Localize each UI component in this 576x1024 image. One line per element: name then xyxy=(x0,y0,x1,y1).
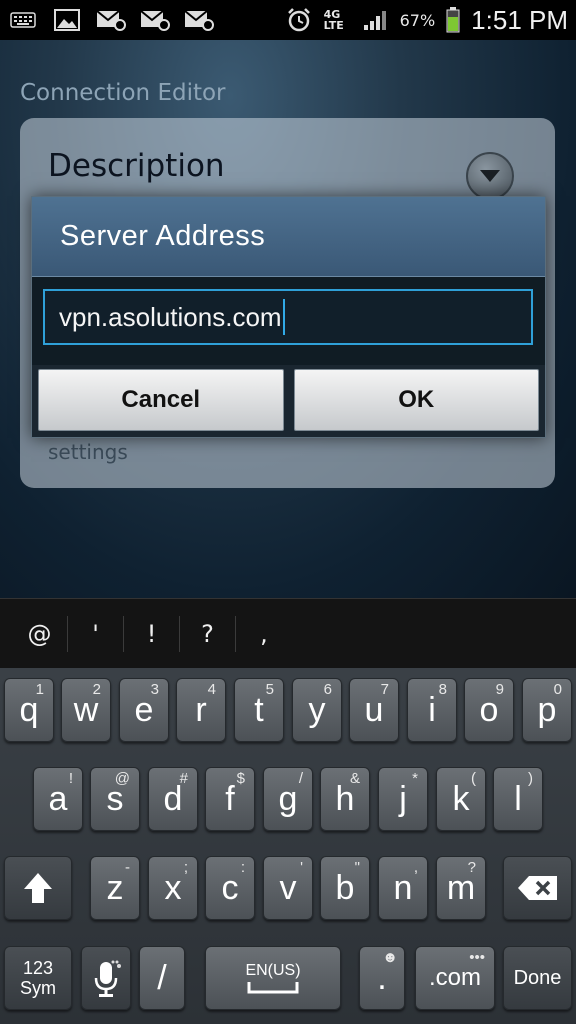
key-l[interactable]: ) l xyxy=(493,767,543,831)
voice-input-key[interactable] xyxy=(81,946,131,1010)
key-t[interactable]: 5t xyxy=(234,678,284,742)
backspace-key[interactable] xyxy=(503,856,572,920)
key-i[interactable]: 8i xyxy=(407,678,457,742)
battery-icon xyxy=(445,7,461,33)
text-caret xyxy=(282,299,285,335)
alarm-icon xyxy=(284,8,314,32)
symbol-suggestion-strip: @ ' ! ? , xyxy=(0,598,576,668)
dialog-buttons: Cancel OK xyxy=(32,365,545,437)
suggestion-comma[interactable]: , xyxy=(236,616,292,652)
key-o[interactable]: 9o xyxy=(464,678,514,742)
key-s[interactable]: @ s xyxy=(90,767,140,831)
settings-label: settings xyxy=(48,440,128,464)
key-a[interactable]: ! a xyxy=(33,767,83,831)
key-h[interactable]: & h xyxy=(320,767,370,831)
key-b[interactable]: " b xyxy=(320,856,370,920)
key-g[interactable]: / g xyxy=(263,767,313,831)
cancel-button[interactable]: Cancel xyxy=(38,369,284,431)
battery-percent: 67% xyxy=(399,10,436,30)
dialog-body: vpn.asolutions.com xyxy=(32,277,545,365)
suggestion-apostrophe[interactable]: ' xyxy=(68,615,124,652)
key-w[interactable]: 2w xyxy=(61,678,111,742)
key-q[interactable]: 1q xyxy=(4,678,54,742)
key-p[interactable]: 0p xyxy=(522,678,572,742)
space-key[interactable]: EN(US) xyxy=(205,946,341,1010)
sym-key-label: 123 Sym xyxy=(20,958,56,998)
server-address-input[interactable]: vpn.asolutions.com xyxy=(43,289,533,345)
key-x[interactable]: ; x xyxy=(148,856,198,920)
key-f[interactable]: $ f xyxy=(205,767,255,831)
email-icon xyxy=(184,8,214,32)
key-u[interactable]: 7u xyxy=(349,678,399,742)
suggestion-question[interactable]: ? xyxy=(180,615,236,652)
key-d[interactable]: # d xyxy=(148,767,198,831)
microphone-icon xyxy=(94,960,121,997)
key-m[interactable]: ? m xyxy=(436,856,486,920)
keyboard: 1q 2w 3e 4r 5t 6y 7u 8i 9o 0p ! a @ s # d $… xyxy=(0,668,576,1024)
suggestion-at[interactable]: @ xyxy=(12,615,68,652)
shift-arrow-icon xyxy=(24,873,52,903)
ok-button[interactable]: OK xyxy=(293,369,539,431)
dialog-header: Server Address xyxy=(32,197,545,277)
network-type: 4G LTE xyxy=(323,8,344,32)
key-c[interactable]: :c xyxy=(205,856,255,920)
signal-icon xyxy=(360,8,390,32)
input-value: vpn.asolutions.com xyxy=(59,301,282,332)
status-bar: 4G LTE 67% 1:51 PM xyxy=(0,0,576,40)
dialog-title: Server Address xyxy=(60,220,266,252)
space-key-label: EN(US) xyxy=(245,962,301,979)
clock: 1:51 PM xyxy=(471,4,568,35)
period-key[interactable]: ☻ . xyxy=(359,946,405,1010)
key-k[interactable]: (k xyxy=(436,767,486,831)
key-j[interactable]: * j xyxy=(378,767,428,831)
suggestion-exclamation[interactable]: ! xyxy=(124,615,180,652)
backspace-icon xyxy=(517,876,557,900)
sym-key[interactable]: 123 Sym xyxy=(4,946,72,1010)
key-z[interactable]: -z xyxy=(90,856,140,920)
shift-key[interactable] xyxy=(4,856,72,920)
key-y[interactable]: 6y xyxy=(292,678,342,742)
key-n[interactable]: ,n xyxy=(378,856,428,920)
app-title: Connection Editor xyxy=(20,80,226,106)
more-options-icon: ••• xyxy=(469,949,485,966)
key-v[interactable]: ' v xyxy=(263,856,313,920)
description-label: Description xyxy=(48,148,225,184)
key-r[interactable]: 4r xyxy=(176,678,226,742)
keyboard-icon xyxy=(8,8,38,32)
slash-key[interactable]: / xyxy=(139,946,185,1010)
dropdown-icon[interactable] xyxy=(466,152,514,200)
dotcom-key[interactable]: ••• .com xyxy=(415,946,495,1010)
emoji-hint-icon: ☻ xyxy=(382,949,398,966)
server-address-dialog: Server Address vpn.asolutions.com Cancel… xyxy=(31,196,546,438)
space-bar-icon xyxy=(247,982,299,994)
email-icon xyxy=(140,8,170,32)
key-e[interactable]: 3e xyxy=(119,678,169,742)
email-icon xyxy=(96,8,126,32)
done-key[interactable]: Done xyxy=(503,946,572,1010)
image-icon xyxy=(52,8,82,32)
